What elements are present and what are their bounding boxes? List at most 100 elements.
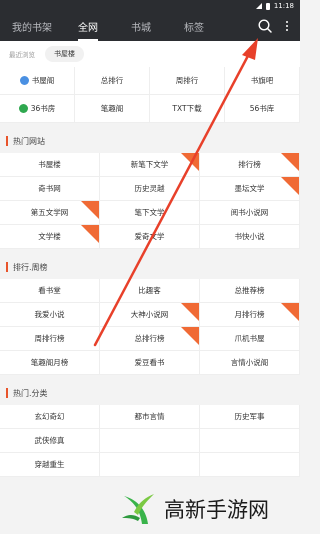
recent-label: 最近浏览 <box>9 51 35 59</box>
globe-icon <box>19 76 29 85</box>
site-link[interactable]: 总排行榜 <box>100 327 200 351</box>
top-site-item[interactable]: 书旗吧 <box>225 67 300 95</box>
site-link-label: 总推荐榜 <box>234 286 265 295</box>
site-link[interactable]: 爱奇文学 <box>100 225 200 249</box>
site-link[interactable]: 爱豆看书 <box>100 351 200 375</box>
site-link[interactable]: 总推荐榜 <box>200 279 300 303</box>
section-title: 排行.周榜 <box>13 262 48 272</box>
top-site-label: 36书房 <box>30 104 56 113</box>
watermark: 高新手游网 <box>118 484 300 534</box>
watermark-logo-icon <box>122 494 154 524</box>
top-site-item[interactable]: 36书房 <box>0 95 75 123</box>
section-accent-bar <box>6 136 8 146</box>
site-link[interactable]: 墨坛文学 <box>200 177 300 201</box>
section-grid: 书屋楼 新笔下文学 排行榜奇书网 历史灵越 墨坛文学第五文学网 笔下文学 阅书小说网文学楼 爱… <box>0 153 300 249</box>
top-site-item[interactable]: TXT下载 <box>150 95 225 123</box>
more-menu-icon[interactable] <box>282 18 292 34</box>
top-site-item[interactable]: 总排行 <box>75 67 150 95</box>
search-icon[interactable] <box>257 18 273 34</box>
site-link-label: 书屋楼 <box>38 160 61 169</box>
hot-badge-icon <box>81 225 99 243</box>
site-link[interactable]: 文学楼 <box>0 225 100 249</box>
site-link[interactable]: 穿越重生 <box>0 453 100 477</box>
section-accent-bar <box>6 388 8 398</box>
site-link[interactable]: 都市言情 <box>100 405 200 429</box>
site-link-label: 比趣客 <box>138 286 161 295</box>
site-link-label: 新笔下文学 <box>130 160 169 169</box>
site-link-label: 墨坛文学 <box>234 184 265 193</box>
site-link-label: 第五文学网 <box>30 208 69 217</box>
hot-badge-icon <box>281 303 299 321</box>
site-link[interactable]: 我爱小说 <box>0 303 100 327</box>
section-title: 热门.分类 <box>13 388 48 398</box>
site-link[interactable]: 言情小说阁 <box>200 351 300 375</box>
site-link-label: 总排行榜 <box>134 334 165 343</box>
battery-icon <box>265 2 270 10</box>
tab-bookstore[interactable]: 书城 <box>112 12 170 41</box>
hot-badge-icon <box>281 177 299 195</box>
site-link[interactable]: 比趣客 <box>100 279 200 303</box>
watermark-text: 高新手游网 <box>164 498 269 522</box>
site-link-label: 书快小说 <box>234 232 265 241</box>
tab-my-shelf[interactable]: 我的书架 <box>0 12 64 41</box>
site-link[interactable]: 第五文学网 <box>0 201 100 225</box>
site-link[interactable]: 笔趣阁月榜 <box>0 351 100 375</box>
top-site-item[interactable]: 书屋阁 <box>0 67 75 95</box>
site-link-label: 武侠修真 <box>34 436 65 445</box>
site-link-label: 都市言情 <box>134 412 165 421</box>
tab-all-web[interactable]: 全网 <box>64 12 112 41</box>
top-site-item[interactable]: 周排行 <box>150 67 225 95</box>
section-header: 热门网站 <box>0 129 300 153</box>
hot-badge-icon <box>181 153 199 171</box>
site-link-label: 穿越重生 <box>34 460 65 469</box>
site-link <box>100 429 200 453</box>
site-link-label: 大神小说网 <box>130 310 169 319</box>
site-link <box>100 453 200 477</box>
top-site-label: 书屋阁 <box>31 76 55 85</box>
hot-badge-icon <box>81 201 99 219</box>
site-link[interactable]: 排行榜 <box>200 153 300 177</box>
top-site-label: TXT下载 <box>172 104 202 113</box>
site-link[interactable]: 新笔下文学 <box>100 153 200 177</box>
site-link-label: 我爱小说 <box>34 310 65 319</box>
site-link-label: 看书堂 <box>38 286 61 295</box>
site-link[interactable]: 周排行榜 <box>0 327 100 351</box>
site-link[interactable]: 爪机书屋 <box>200 327 300 351</box>
section-header: 热门.分类 <box>0 381 300 405</box>
recent-bar: 最近浏览 书屋楼 <box>0 41 300 67</box>
recent-chip[interactable]: 书屋楼 <box>45 46 84 62</box>
site-link[interactable]: 历史军事 <box>200 405 300 429</box>
status-time: 11:18 <box>273 2 294 10</box>
site-link[interactable]: 月排行榜 <box>200 303 300 327</box>
hot-badge-icon <box>181 327 199 345</box>
top-site-item[interactable]: 笔趣阁 <box>75 95 150 123</box>
site-link[interactable]: 书屋楼 <box>0 153 100 177</box>
site-link[interactable]: 武侠修真 <box>0 429 100 453</box>
hot-badge-icon <box>181 303 199 321</box>
site-link <box>200 453 300 477</box>
top-site-label: 56书库 <box>249 104 275 113</box>
signal-icon <box>255 3 262 9</box>
site-link[interactable]: 奇书网 <box>0 177 100 201</box>
site-link-label: 历史军事 <box>234 412 265 421</box>
site-link[interactable]: 历史灵越 <box>100 177 200 201</box>
site-link-label: 文学楼 <box>38 232 61 241</box>
site-link-label: 历史灵越 <box>134 184 165 193</box>
site-link-label: 笔趣阁月榜 <box>30 358 69 367</box>
site-link[interactable]: 阅书小说网 <box>200 201 300 225</box>
tab-tags[interactable]: 标签 <box>170 12 218 41</box>
site-link[interactable]: 书快小说 <box>200 225 300 249</box>
site-link[interactable]: 玄幻奇幻 <box>0 405 100 429</box>
site-link-label: 言情小说阁 <box>230 358 269 367</box>
top-site-item[interactable]: 56书库 <box>225 95 300 123</box>
site-link[interactable]: 大神小说网 <box>100 303 200 327</box>
top-site-label: 周排行 <box>175 76 199 85</box>
site-link[interactable]: 笔下文学 <box>100 201 200 225</box>
site-link-label: 笔下文学 <box>134 208 165 217</box>
hot-badge-icon <box>281 153 299 171</box>
site-link-label: 爪机书屋 <box>234 334 265 343</box>
site-link-label: 爱奇文学 <box>134 232 165 241</box>
site-link[interactable]: 看书堂 <box>0 279 100 303</box>
top-site-label: 笔趣阁 <box>100 104 124 113</box>
book-logo-icon <box>18 104 28 113</box>
